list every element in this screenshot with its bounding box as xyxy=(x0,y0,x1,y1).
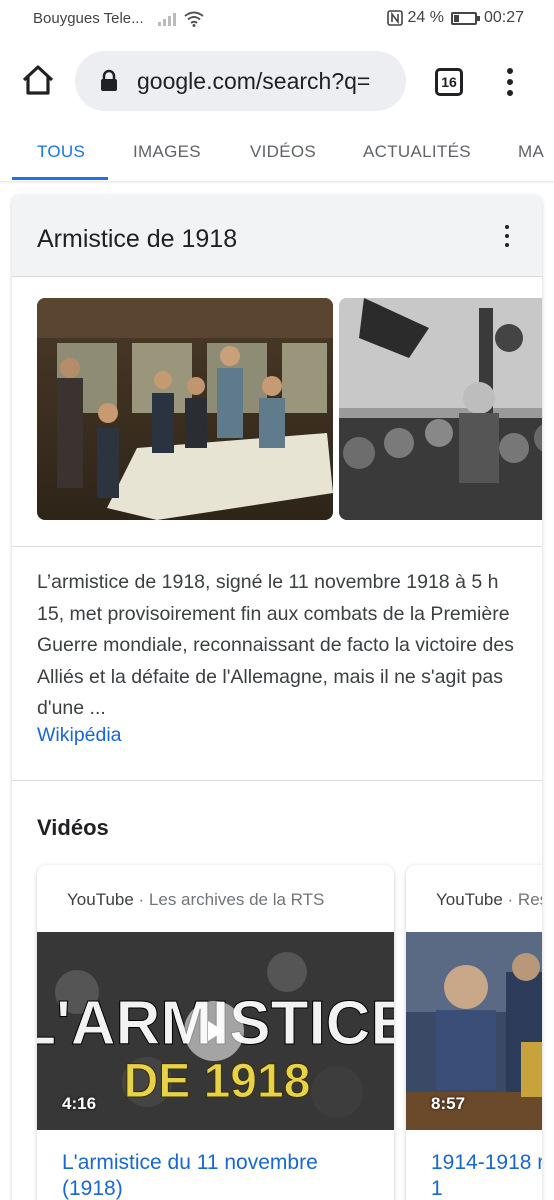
video-channel: Les archives de la RTS xyxy=(148,890,325,909)
source-separator: · xyxy=(133,890,149,909)
video-duration: 8:57 xyxy=(431,1094,466,1113)
video-thumbnail[interactable]: L'ARMISTICE DE 1918 4:16 xyxy=(37,932,394,1130)
video-title[interactable]: L'armistice du 11 novembre (1918) xyxy=(62,1150,372,1200)
nfc-icon xyxy=(387,10,404,26)
divider xyxy=(12,780,542,781)
status-bar: Bouygues Tele... 24 % 00:27 xyxy=(0,0,554,38)
home-button[interactable] xyxy=(18,60,58,100)
home-icon xyxy=(22,65,54,95)
active-tab-indicator xyxy=(12,177,108,180)
tab-tous[interactable]: TOUS xyxy=(37,142,85,162)
image-carousel xyxy=(12,277,542,547)
play-icon[interactable] xyxy=(184,1001,244,1061)
video-card[interactable]: YouTube · Les archives de la RTS L'ARMIS… xyxy=(37,865,394,1200)
card-title: Armistice de 1918 xyxy=(37,225,238,253)
tabs-icon[interactable]: 16 xyxy=(435,68,463,96)
tab-count: 16 xyxy=(441,74,457,90)
tab-actualites[interactable]: ACTUALITÉS xyxy=(363,142,471,162)
armistice-celebration-photo[interactable] xyxy=(339,298,542,520)
video-title[interactable]: 1914-1918 novembre 1 xyxy=(431,1150,542,1200)
tab-maps[interactable]: MA xyxy=(518,142,544,162)
videos-heading: Vidéos xyxy=(37,815,109,840)
video-platform: YouTube xyxy=(436,890,503,909)
source-separator: · xyxy=(502,890,518,909)
wikipedia-link[interactable]: Wikipédia xyxy=(37,724,122,747)
knowledge-panel: Armistice de 1918 L’armistice de 1918, s… xyxy=(12,195,542,1200)
browser-toolbar: google.com/search?q= 16 xyxy=(0,38,554,126)
url-text: google.com/search?q= xyxy=(137,67,371,94)
video-card[interactable]: YouTube · Res 8:57 1914-1918 novembre 1 xyxy=(406,865,542,1200)
carrier-label: Bouygues Tele... xyxy=(33,10,144,27)
battery-icon xyxy=(450,11,480,25)
tab-images[interactable]: IMAGES xyxy=(133,142,201,162)
video-source: YouTube · Les archives de la RTS xyxy=(67,890,324,910)
video-platform: YouTube xyxy=(67,890,134,909)
video-duration: 4:16 xyxy=(62,1094,97,1113)
search-category-tabs: TOUS IMAGES VIDÉOS ACTUALITÉS MA xyxy=(0,126,554,182)
wifi-icon xyxy=(184,11,204,27)
armistice-painting-image[interactable] xyxy=(37,298,333,520)
video-channel: Res xyxy=(517,890,542,909)
card-more-icon[interactable] xyxy=(502,225,512,247)
battery-percent: 24 % xyxy=(407,9,444,26)
card-header: Armistice de 1918 xyxy=(12,195,542,277)
tab-videos[interactable]: VIDÉOS xyxy=(250,142,316,162)
signal-icon xyxy=(157,12,176,26)
video-thumbnail[interactable]: 8:57 xyxy=(406,932,542,1130)
address-bar[interactable]: google.com/search?q= xyxy=(75,51,406,111)
card-description: L’armistice de 1918, signé le 11 novembr… xyxy=(37,571,514,719)
lock-icon xyxy=(101,69,117,91)
thumb-title-line2: DE 1918 xyxy=(124,1055,311,1108)
more-vert-icon[interactable] xyxy=(500,64,520,100)
clock: 00:27 xyxy=(483,9,524,26)
video-source: YouTube · Res xyxy=(436,890,542,910)
